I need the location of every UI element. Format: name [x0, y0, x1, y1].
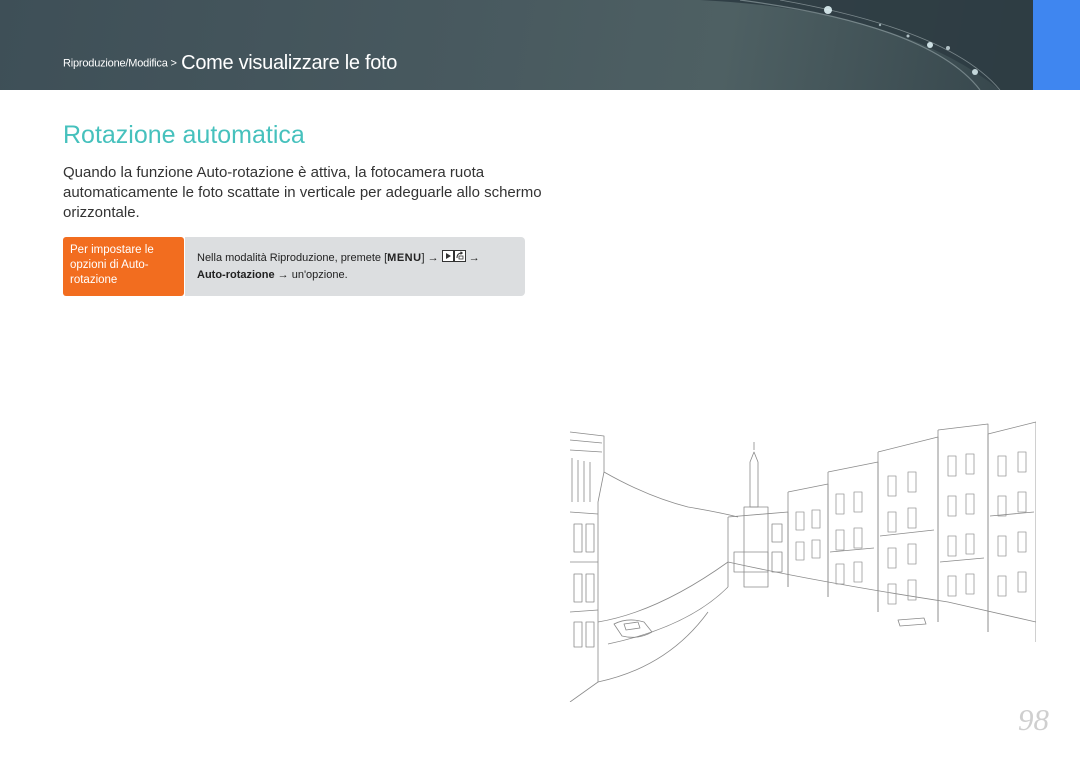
corner-tab[interactable]: [1033, 0, 1080, 90]
page-header: Riproduzione/Modifica > Come visualizzar…: [0, 0, 1033, 90]
setting-name: Auto-rotazione: [197, 269, 275, 281]
step-after-key: ] →: [421, 252, 439, 264]
rotate-settings-icon: [453, 250, 466, 267]
city-canal-sketch: [569, 421, 1036, 702]
breadcrumb-page-title: Come visualizzare le foto: [181, 52, 398, 74]
breadcrumb: Riproduzione/Modifica > Come visualizzar…: [63, 52, 397, 75]
decorative-arc: [700, 0, 1033, 90]
step-suffix: → un'opzione.: [274, 269, 348, 281]
intro-paragraph: Quando la funzione Auto-rotazione è atti…: [63, 164, 542, 221]
breadcrumb-section[interactable]: Riproduzione/Modifica >: [63, 58, 177, 70]
step-arrow: →: [468, 252, 480, 264]
step-prefix: Nella modalità Riproduzione, premete [: [197, 252, 388, 264]
howto-label: Per impostare le opzioni di Auto-rotazio…: [63, 237, 184, 296]
play-icon: [441, 250, 454, 267]
section-title: Rotazione automatica: [63, 121, 305, 149]
howto-box: Per impostare le opzioni di Auto-rotazio…: [63, 237, 525, 296]
menu-key: MENU: [387, 252, 422, 264]
page-number: 98: [1018, 702, 1049, 737]
howto-steps: Nella modalità Riproduzione, premete [ME…: [185, 237, 525, 296]
